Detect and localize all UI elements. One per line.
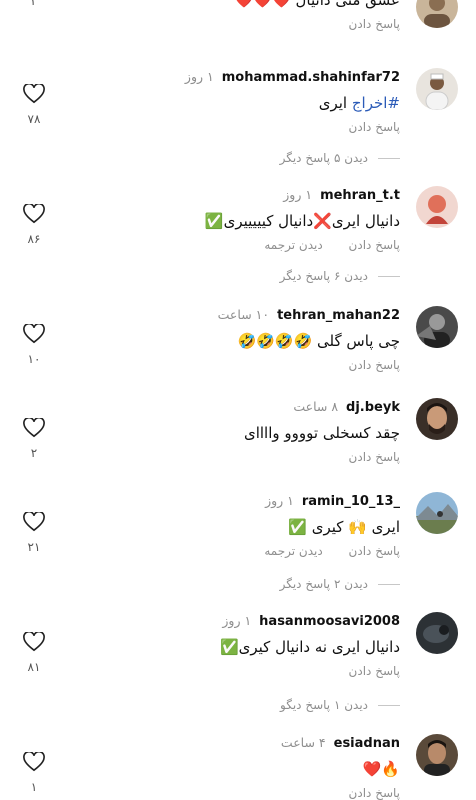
reply-button[interactable]: پاسخ دادن: [349, 120, 400, 134]
divider: [378, 584, 400, 585]
comment-time: ۸ ساعت: [293, 399, 339, 414]
heart-icon[interactable]: [22, 84, 46, 104]
comment-username[interactable]: hasanmoosavi2008: [259, 614, 400, 629]
comment-username[interactable]: esiadnan: [334, 736, 400, 751]
comment-time: ۱ روز: [184, 69, 214, 84]
avatar[interactable]: [416, 492, 458, 534]
see-translation-button[interactable]: دیدن ترجمه: [264, 238, 322, 252]
comment-username[interactable]: mehran_t.t: [320, 188, 400, 203]
like-count: ۲: [30, 0, 38, 8]
comment-text: #اخراج ایری: [318, 94, 400, 112]
heart-icon[interactable]: [22, 752, 46, 772]
avatar[interactable]: [416, 612, 458, 654]
comment-username[interactable]: mohammad.shahinfar72: [222, 70, 400, 85]
like-count: ۸۶: [27, 232, 41, 246]
comment-text: چی پاس گلی 🤣🤣🤣🤣: [237, 332, 400, 350]
comment-text: 🔥❤️: [362, 760, 400, 778]
reply-button[interactable]: پاسخ دادن: [349, 17, 400, 31]
comment-text: دانیال ایری❌دانیال کیییییری✅: [204, 212, 400, 230]
comment-username[interactable]: tehran_mahan22: [277, 308, 400, 323]
comment-text: ایری 🙌 کیری ✅: [288, 518, 400, 536]
heart-icon[interactable]: [22, 512, 46, 532]
avatar[interactable]: [416, 398, 458, 440]
heart-icon[interactable]: [22, 418, 46, 438]
like-count: ۸۱: [27, 660, 41, 674]
heart-icon[interactable]: [22, 204, 46, 224]
reply-button[interactable]: پاسخ دادن: [349, 786, 400, 800]
comment-text: چقد کسخلی توووو واااای: [243, 424, 400, 442]
like-count: ۲۱: [27, 540, 41, 554]
comment-username[interactable]: dj.beyk: [346, 400, 400, 415]
comment-time: ۱۰ ساعت: [217, 307, 270, 322]
like-count: ۷۸: [27, 112, 41, 126]
avatar[interactable]: [416, 186, 458, 228]
view-replies-button[interactable]: دیدن ۵ پاسخ دیگر: [0, 149, 476, 167]
divider: [378, 705, 400, 706]
reply-button[interactable]: پاسخ دادن: [349, 450, 400, 464]
comments-list: عشق منی دانیال ❤️❤️❤️ پاسخ دادن ۲ mohamm…: [0, 0, 476, 800]
reply-button[interactable]: پاسخ دادن: [349, 664, 400, 678]
reply-button[interactable]: پاسخ دادن: [349, 544, 400, 558]
see-translation-button[interactable]: دیدن ترجمه: [264, 544, 322, 558]
comment-time: ۱ روز: [265, 493, 294, 508]
comment-text: دانیال ایری نه دانیال کیری✅: [219, 638, 400, 656]
divider: [378, 158, 400, 159]
divider: [378, 276, 400, 277]
comment-username[interactable]: ramin_10_13_: [302, 494, 400, 509]
comment-time: ۱ روز: [283, 187, 313, 202]
like-count: ۲: [30, 446, 38, 460]
avatar[interactable]: [416, 68, 458, 110]
comment-time: ۴ ساعت: [280, 735, 326, 750]
like-count: ۱۰: [27, 352, 41, 366]
avatar[interactable]: [416, 306, 458, 348]
view-replies-button[interactable]: دیدن ۱ پاسخ دیگو: [0, 696, 476, 714]
like-count: ۱: [30, 780, 38, 794]
view-replies-button[interactable]: دیدن ۲ پاسخ دیگر: [0, 575, 476, 593]
view-replies-button[interactable]: دیدن ۶ پاسخ دیگر: [0, 267, 476, 285]
reply-button[interactable]: پاسخ دادن: [349, 358, 400, 372]
comment-text: عشق منی دانیال ❤️❤️❤️: [234, 0, 400, 9]
reply-button[interactable]: پاسخ دادن: [349, 238, 400, 252]
heart-icon[interactable]: [22, 632, 46, 652]
comment-time: ۱ روز: [222, 613, 252, 628]
avatar[interactable]: [416, 0, 458, 28]
avatar[interactable]: [416, 734, 458, 776]
heart-icon[interactable]: [22, 324, 46, 344]
hashtag-link[interactable]: #اخراج: [352, 94, 400, 112]
